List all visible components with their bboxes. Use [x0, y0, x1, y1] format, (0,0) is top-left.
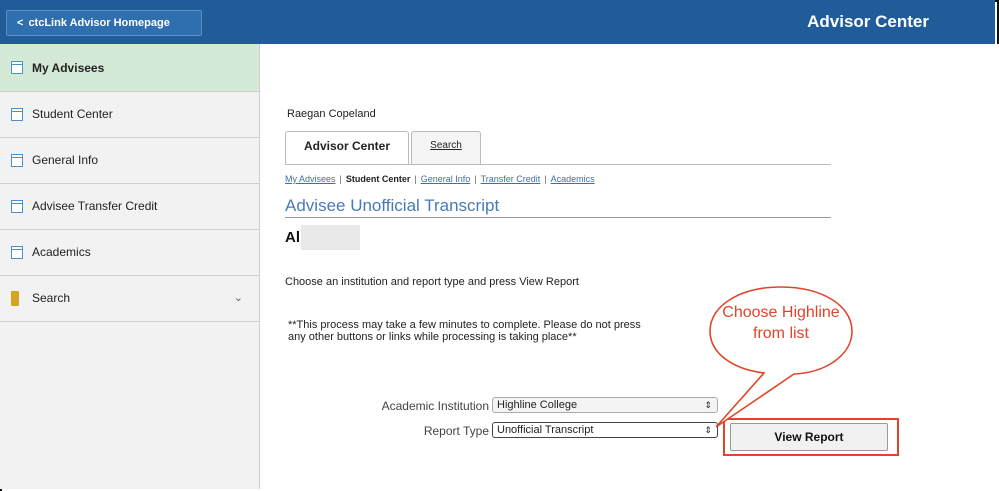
document-icon	[11, 199, 23, 213]
main-content: Raegan Copeland Advisor Center Search My …	[261, 44, 999, 491]
tab-bar: Advisor Center Search	[285, 131, 481, 165]
sidebar-item-label: Student Center	[32, 107, 113, 121]
folder-icon	[11, 290, 19, 306]
header-bar: < ctcLink Advisor Homepage Advisor Center	[0, 0, 995, 44]
report-type-value: Unofficial Transcript	[497, 424, 594, 436]
sidebar-item-general-info[interactable]: General Info	[0, 138, 259, 184]
subnav-separator: |	[544, 174, 547, 184]
document-icon	[11, 245, 23, 259]
institution-value: Highline College	[497, 399, 578, 411]
sidebar: My Advisees Student Center General Info …	[0, 44, 260, 489]
sidebar-item-label: Search	[32, 291, 71, 305]
callout-text: Choose Highline from list	[722, 304, 840, 342]
tab-search[interactable]: Search	[411, 131, 481, 165]
document-icon	[11, 153, 23, 167]
subnav-general-info[interactable]: General Info	[421, 174, 471, 184]
report-type-select[interactable]: Unofficial Transcript ⇕	[492, 422, 718, 438]
student-name: Raegan Copeland	[287, 108, 376, 120]
report-type-label: Report Type	[423, 424, 489, 438]
sidebar-item-advisee-transfer-credit[interactable]: Advisee Transfer Credit	[0, 184, 259, 230]
tab-divider	[285, 164, 831, 165]
processing-warning: **This process may take a few minutes to…	[288, 319, 641, 343]
advisor-homepage-label: ctcLink Advisor Homepage	[28, 17, 170, 29]
sidebar-item-label: My Advisees	[32, 61, 105, 75]
subnav-separator: |	[339, 174, 342, 184]
chevron-down-icon[interactable]: ⌄	[234, 276, 243, 321]
sidebar-item-label: General Info	[32, 153, 99, 167]
document-icon	[11, 107, 23, 121]
sidebar-item-search[interactable]: Search ⌄	[0, 276, 259, 322]
instruction-text: Choose an institution and report type an…	[285, 276, 579, 288]
institution-label: Academic Institution	[381, 399, 489, 413]
document-icon	[11, 60, 23, 74]
tab-advisor-center[interactable]: Advisor Center	[285, 131, 409, 165]
chevron-left-icon: <	[17, 17, 24, 29]
sidebar-item-academics[interactable]: Academics	[0, 230, 259, 276]
subnav-separator: |	[474, 174, 477, 184]
institution-select[interactable]: Highline College ⇕	[492, 397, 718, 413]
title-divider	[285, 217, 831, 218]
redaction-block	[301, 225, 360, 250]
subnav-student-center: Student Center	[345, 174, 411, 184]
page-header-title: Advisor Center	[807, 12, 929, 31]
sidebar-item-student-center[interactable]: Student Center	[0, 92, 259, 138]
advisor-homepage-button[interactable]: < ctcLink Advisor Homepage	[6, 10, 202, 36]
subnav-my-advisees[interactable]: My Advisees	[285, 174, 336, 184]
page-title: Advisee Unofficial Transcript	[285, 196, 500, 215]
subnav-academics[interactable]: Academics	[551, 174, 595, 184]
subnav-separator: |	[414, 174, 417, 184]
sidebar-item-label: Academics	[32, 245, 91, 259]
sidebar-item-label: Advisee Transfer Credit	[32, 199, 158, 213]
subnav-transfer-credit[interactable]: Transfer Credit	[481, 174, 541, 184]
subnav: My Advisees | Student Center | General Info |…	[285, 174, 595, 184]
sidebar-item-my-advisees[interactable]: My Advisees	[0, 44, 259, 92]
